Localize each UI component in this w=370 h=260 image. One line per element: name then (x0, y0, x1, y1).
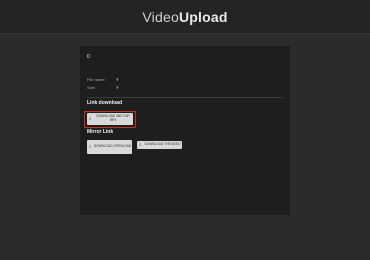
download-thevideo-label: DOWNLOAD THEVIDEO (144, 142, 181, 147)
site-header: VideoUpload (0, 0, 370, 34)
download-openload-label: DOWNLOAD OPENLOAD (93, 144, 132, 149)
file-name-value: ? (116, 77, 119, 82)
file-size-value: ? (116, 85, 119, 90)
link-download-title: Link download (87, 100, 122, 106)
download-panel: 0 File name: ? Size: ? Link download ⇩ D… (80, 46, 290, 215)
file-name-label: File name: (87, 77, 106, 82)
mirror-link-title: Mirror Link (87, 129, 114, 135)
download-thevideo-button[interactable]: ⇩ DOWNLOAD THEVIDEO (137, 141, 182, 149)
file-size-label: Size: (87, 85, 96, 90)
divider (87, 97, 283, 98)
highlight-box (84, 111, 136, 128)
file-title: 0 (87, 54, 90, 60)
site-logo[interactable]: VideoUpload (142, 9, 227, 25)
file-size-row: Size: ? (87, 85, 118, 90)
file-name-row: File name: ? (87, 77, 118, 82)
download-openload-button[interactable]: ⇩ DOWNLOAD OPENLOAD (87, 140, 132, 154)
